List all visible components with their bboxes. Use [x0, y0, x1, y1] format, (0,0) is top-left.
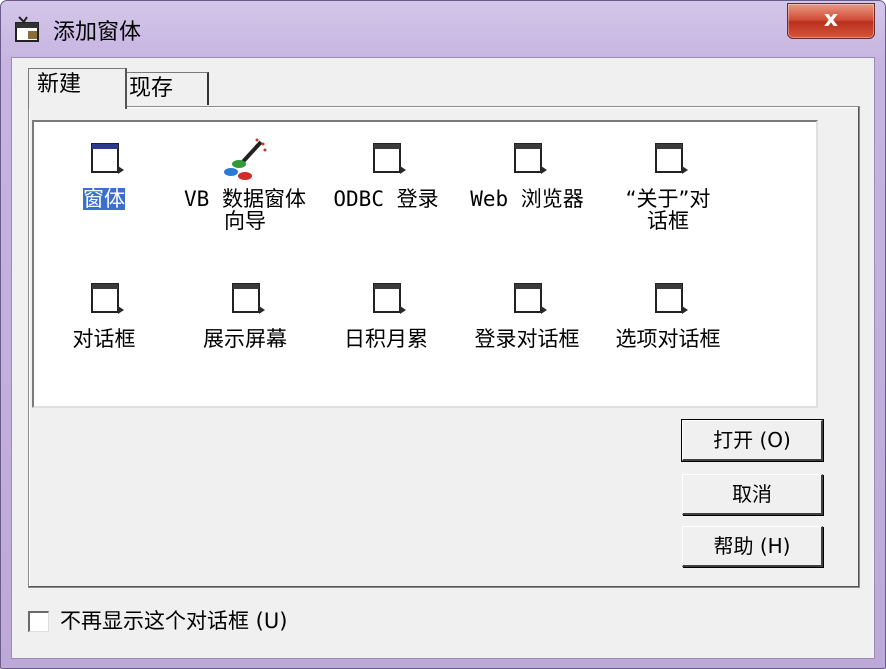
list-item-odbc-login[interactable]: ODBC 登录 — [316, 136, 456, 210]
list-item-options-dialog[interactable]: 选项对话框 — [598, 276, 738, 350]
close-icon: x — [823, 7, 839, 32]
tab-existing[interactable]: 现存 — [120, 72, 209, 105]
list-item-label: 选项对话框 — [615, 327, 721, 351]
form-template-list[interactable]: 窗体 VB 数据窗体 向导 ODBC 登录 Web 浏览器 “关于”对 话框 对… — [32, 120, 818, 408]
list-item-splash-screen[interactable]: 展示屏幕 — [175, 276, 315, 350]
form-icon — [514, 283, 547, 314]
list-item-label: 日积月累 — [344, 327, 428, 351]
tab-new[interactable]: 新建 — [28, 68, 127, 109]
form-icon — [232, 283, 265, 314]
form-icon — [91, 143, 124, 174]
list-item-form[interactable]: 窗体 — [34, 136, 174, 211]
dont-show-again-checkbox[interactable] — [28, 611, 49, 632]
list-item-about-dialog[interactable]: “关于”对 话框 — [598, 136, 738, 232]
tab-new-label: 新建 — [37, 72, 82, 97]
dont-show-again-label[interactable]: 不再显示这个对话框 (U) — [60, 606, 287, 636]
form-icon — [373, 283, 406, 314]
list-item-vb-data-form-wizard[interactable]: VB 数据窗体 向导 — [175, 136, 315, 232]
dialog-client-area: 新建 现存 窗体 VB 数据窗体 向导 ODBC 登录 Web 浏览器 “关于”… — [11, 57, 875, 659]
help-button[interactable]: 帮助 (H) — [682, 526, 823, 567]
form-icon — [655, 143, 688, 174]
title-bar: 添加窗体 x — [1, 1, 885, 57]
list-item-label: 对话框 — [72, 327, 136, 351]
form-icon — [91, 283, 124, 314]
form-icon — [655, 283, 688, 314]
cancel-button[interactable]: 取消 — [682, 474, 823, 515]
add-form-dialog: 添加窗体 x 新建 现存 窗体 VB 数据窗体 向导 ODBC 登录 Web 浏… — [0, 0, 886, 669]
list-item-label: “关于”对 话框 — [625, 187, 711, 233]
open-button[interactable]: 打开 (O) — [681, 419, 824, 462]
list-item-label: ODBC 登录 — [333, 187, 439, 211]
tab-existing-label: 现存 — [129, 76, 174, 101]
list-item-label: 窗体 — [82, 187, 126, 211]
list-item-login-dialog[interactable]: 登录对话框 — [457, 276, 597, 350]
list-item-web-browser[interactable]: Web 浏览器 — [457, 136, 597, 210]
list-item-label: 展示屏幕 — [203, 327, 287, 351]
wizard-icon — [224, 138, 267, 180]
close-button[interactable]: x — [787, 3, 875, 39]
form-icon — [373, 143, 406, 174]
form-icon — [514, 143, 547, 174]
list-item-label: VB 数据窗体 向导 — [184, 187, 306, 233]
list-item-label: Web 浏览器 — [470, 187, 584, 211]
window-title: 添加窗体 — [53, 20, 142, 45]
list-item-tip-of-the-day[interactable]: 日积月累 — [316, 276, 456, 350]
vb-app-icon — [15, 16, 39, 42]
list-item-dialog[interactable]: 对话框 — [34, 276, 174, 350]
list-item-label: 登录对话框 — [474, 327, 580, 351]
